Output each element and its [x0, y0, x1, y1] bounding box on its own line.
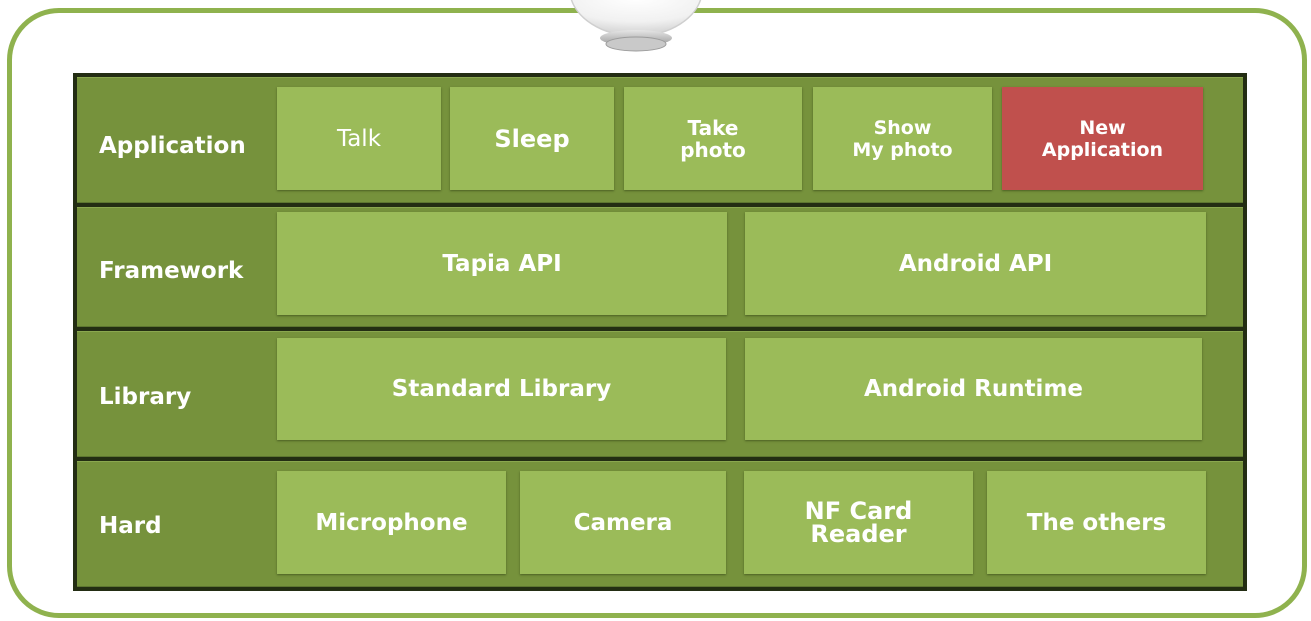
app-box-label: Take photo: [680, 115, 746, 162]
framework-box-tapia-api: Tapia API: [277, 212, 727, 315]
app-box-label: Show My photo: [852, 116, 953, 161]
app-box-label: Sleep: [494, 124, 570, 153]
hard-box-nf-card-reader: NF Card Reader: [744, 471, 973, 574]
layer-label-library: Library: [99, 384, 192, 410]
hard-box-the-others: The others: [987, 471, 1206, 574]
layer-label-hard: Hard: [99, 513, 162, 539]
hard-box-label: Microphone: [315, 509, 468, 536]
architecture-stack: Application Talk Sleep Take photo Show M…: [73, 73, 1247, 591]
library-box-label: Standard Library: [391, 376, 612, 402]
library-box-android-runtime: Android Runtime: [745, 338, 1202, 440]
hard-box-label: NF Card Reader: [804, 496, 913, 548]
app-box-take-photo: Take photo: [624, 87, 802, 190]
app-box-show-my-photo: Show My photo: [813, 87, 992, 190]
app-box-new-application: New Application: [1002, 87, 1203, 190]
layer-label-framework: Framework: [99, 258, 244, 284]
layer-label-application: Application: [99, 133, 246, 159]
framework-box-android-api: Android API: [745, 212, 1206, 315]
hard-box-label: The others: [1026, 509, 1167, 536]
framework-box-label: Tapia API: [442, 250, 562, 277]
layer-framework: Framework Tapia API Android API: [77, 207, 1243, 327]
library-box-standard-library: Standard Library: [277, 338, 726, 440]
hard-box-camera: Camera: [520, 471, 726, 574]
layer-library: Library Standard Library Android Runtime: [77, 331, 1243, 457]
hard-box-microphone: Microphone: [277, 471, 506, 574]
app-box-talk: Talk: [277, 87, 441, 190]
library-box-label: Android Runtime: [863, 376, 1084, 402]
app-box-label: New Application: [1041, 116, 1164, 161]
app-box-label: Talk: [336, 125, 382, 152]
layer-application: Application Talk Sleep Take photo Show M…: [77, 77, 1243, 203]
hard-box-label: Camera: [573, 509, 673, 536]
framework-box-label: Android API: [898, 250, 1053, 277]
app-box-sleep: Sleep: [450, 87, 614, 190]
layer-hard: Hard Microphone Camera NF Card Reader Th…: [77, 461, 1243, 587]
tapia-robot-icon: [570, 0, 702, 52]
